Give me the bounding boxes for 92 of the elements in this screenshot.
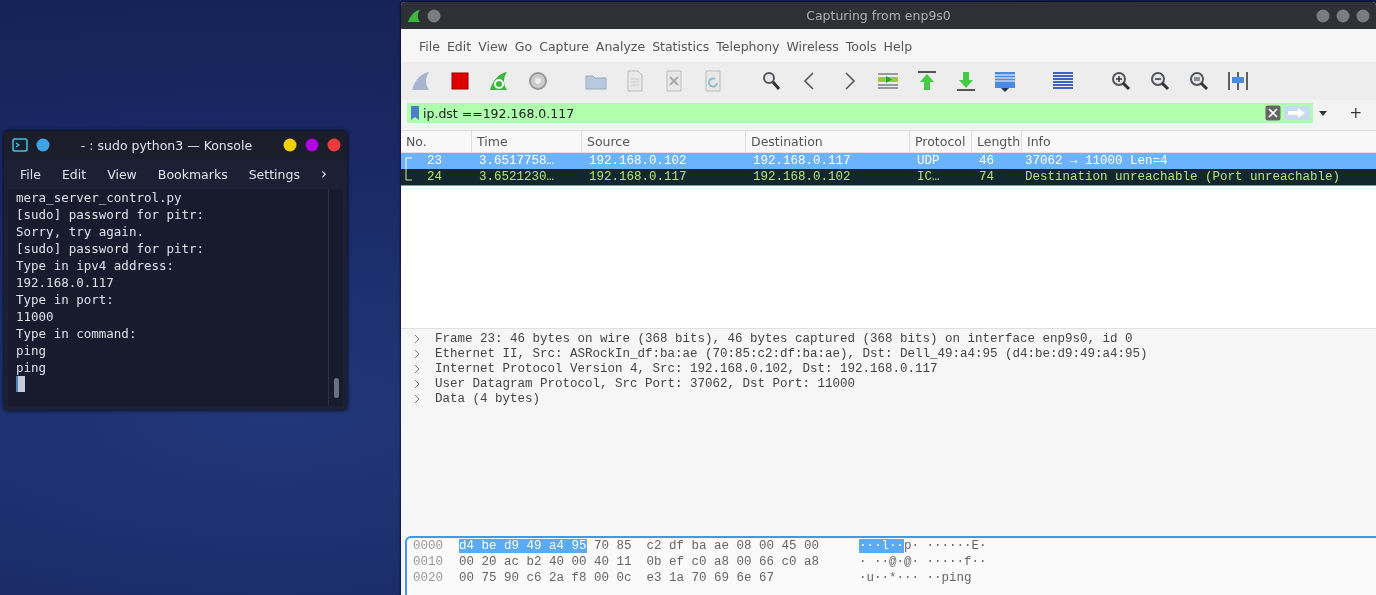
offset-label: 0020 <box>412 571 444 585</box>
table-cell: 192.168.0.117 <box>753 154 851 168</box>
column-header[interactable]: Time <box>471 131 581 152</box>
menu-item[interactable]: Go <box>514 38 533 54</box>
bookmark-icon[interactable] <box>410 105 420 121</box>
maximize-button[interactable] <box>1336 8 1350 23</box>
terminal-line: mera_server_control.py <box>16 189 183 206</box>
close-button[interactable] <box>1356 8 1370 23</box>
table-cell: Destination unreachable (Port unreachable) <box>1025 170 1341 184</box>
table-cell: IC… <box>917 170 940 184</box>
table-cell: UDP <box>917 154 940 168</box>
hex-bytes: 00 20 ac b2 40 00 40 11 0b ef c0 a8 00 66 c0 a8 <box>459 555 821 569</box>
zoom-in-icon[interactable] <box>1109 69 1133 93</box>
menu-item[interactable]: Capture <box>539 38 589 54</box>
menu-item[interactable]: View <box>107 166 147 182</box>
minimize-button[interactable] <box>283 138 297 152</box>
zoom-reset-icon[interactable] <box>1187 69 1211 93</box>
table-cell: 23 <box>427 154 442 168</box>
last-packet-icon[interactable] <box>954 69 978 93</box>
dropdown-caret-icon[interactable] <box>1319 110 1328 116</box>
ascii-text: ·u··*··· ··ping <box>859 571 972 585</box>
menu-item[interactable]: Wireless <box>786 38 839 54</box>
maximize-button[interactable] <box>305 138 319 152</box>
column-header[interactable]: Destination <box>745 131 909 152</box>
first-packet-icon[interactable] <box>915 69 939 93</box>
column-header[interactable]: No. <box>401 131 471 152</box>
hex-bytes: 00 75 90 c6 2a f8 00 0c e3 1a 70 69 6e 67 <box>459 571 776 585</box>
window-title: - : sudo python3 — Konsole <box>79 137 254 153</box>
column-header[interactable]: Protocol <box>909 131 971 152</box>
hex-bytes: d4 be d9 49 a4 95 70 85 c2 df ba ae 08 00 45 00 <box>459 539 821 553</box>
table-cell: 3.6517758… <box>479 154 554 168</box>
menu-item[interactable]: View <box>478 38 508 54</box>
tree-item[interactable]: User Datagram Protocol, Src Port: 37062, Dst Port: 11000 <box>435 376 856 391</box>
close-button[interactable] <box>327 138 341 152</box>
terminal-line: [sudo] password for pitr: <box>16 206 206 223</box>
table-cell: 46 <box>979 154 994 168</box>
filter-input[interactable]: ip.dst ==192.168.0.117 <box>423 105 1263 121</box>
offset-label: 0000 <box>412 539 444 553</box>
column-header[interactable]: Info <box>1021 131 1376 152</box>
stop-icon[interactable] <box>448 69 472 93</box>
ascii-text: · ··@·@· ·····f·· <box>859 555 987 569</box>
window-title: Capturing from enp9s0 <box>805 8 952 23</box>
column-header[interactable]: Source <box>581 131 745 152</box>
terminal-line: 192.168.0.117 <box>16 274 115 291</box>
menu-item[interactable]: Bookmarks <box>157 166 238 182</box>
terminal-line: Type in port: <box>16 291 115 308</box>
table-cell: 3.6521230… <box>479 170 554 184</box>
terminal-line: ping <box>16 359 48 376</box>
menu-item[interactable]: Help <box>883 38 913 54</box>
table-cell: 74 <box>979 170 994 184</box>
terminal-line: Type in ipv4 address: <box>16 257 176 274</box>
table-cell: 24 <box>427 170 442 184</box>
ascii-text: ···l··p· ······E· <box>859 539 987 553</box>
tree-item[interactable]: Internet Protocol Version 4, Src: 192.168.0.102, Dst: 192.168.0.117 <box>435 361 938 376</box>
table-cell: 192.168.0.102 <box>589 154 687 168</box>
menu-item[interactable]: Analyze <box>595 38 646 54</box>
autoscroll-icon[interactable] <box>993 69 1017 93</box>
table-cell: 192.168.0.102 <box>753 170 851 184</box>
menu-item[interactable]: Edit <box>61 166 97 182</box>
terminal-line: 11000 <box>16 308 55 325</box>
tree-item[interactable]: Frame 23: 46 bytes on wire (368 bits), 46 bytes captured (368 bits) on interface enp9s0, id 0 <box>435 331 1133 346</box>
gear-icon[interactable] <box>526 69 550 93</box>
terminal-icon <box>12 138 28 152</box>
offset-label: 0010 <box>412 555 444 569</box>
table-cell: 37062 → 11000 Len=4 <box>1025 154 1168 168</box>
menu-item[interactable]: Settings <box>248 166 310 182</box>
filter-field[interactable]: ip.dst ==192.168.0.117 <box>407 103 1314 123</box>
resize-columns-icon[interactable] <box>1226 69 1250 93</box>
shark-fin-icon <box>407 8 421 23</box>
terminal-line: Sorry, try again. <box>16 223 145 240</box>
menu-item[interactable]: Edit <box>446 38 472 54</box>
pin-icon[interactable] <box>36 138 50 152</box>
menu-item[interactable]: File <box>419 38 440 54</box>
clear-icon[interactable] <box>1265 105 1282 121</box>
tree-item[interactable]: Data (4 bytes) <box>435 391 541 406</box>
table-cell: 192.168.0.117 <box>589 170 687 184</box>
add-filter-button[interactable]: + <box>1333 104 1370 122</box>
pin-icon[interactable] <box>427 8 441 23</box>
terminal-line: ping <box>16 342 48 359</box>
more-menu-button[interactable]: › <box>321 165 333 183</box>
terminal-line: Type in command: <box>16 325 138 342</box>
text-cursor <box>16 376 25 392</box>
zoom-out-icon[interactable] <box>1148 69 1172 93</box>
tree-item[interactable]: Ethernet II, Src: ASRockIn_df:ba:ae (70:85:c2:df:ba:ae), Dst: Dell_49:a4:95 (d4:be:d9:49:a4:95) <box>435 346 1148 361</box>
menu-item[interactable]: File <box>18 166 51 182</box>
menu-item[interactable]: Telephony <box>716 38 780 54</box>
menu-item[interactable]: Statistics <box>652 38 710 54</box>
scrollbar-thumb[interactable] <box>333 378 339 398</box>
column-header[interactable]: Length <box>971 131 1021 152</box>
terminal-line: [sudo] password for pitr: <box>16 240 206 257</box>
menu-item[interactable]: Tools <box>845 38 877 54</box>
packet-row[interactable]: 24 3.6521230… 192.168.0.117 192.168.0.102 IC… 74 Destination unreachable (Port unreachable) <box>401 169 1376 186</box>
